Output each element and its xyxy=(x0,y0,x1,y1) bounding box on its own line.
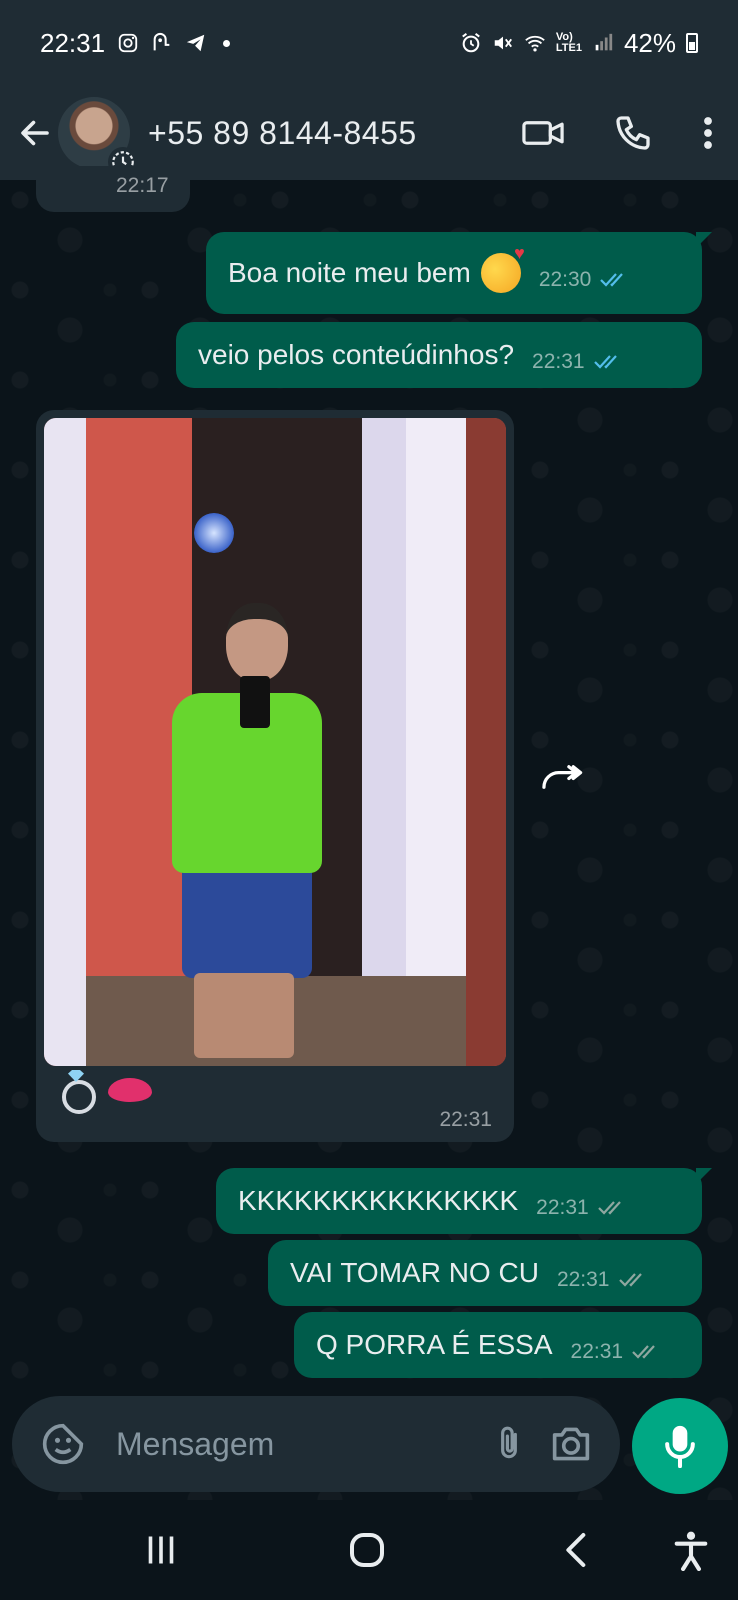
read-ticks-icon xyxy=(599,271,629,289)
system-navigation-bar xyxy=(0,1500,738,1600)
alarm-icon xyxy=(462,33,480,53)
back-arrow-icon xyxy=(21,120,49,146)
camera-icon xyxy=(552,1427,590,1461)
outgoing-message[interactable]: KKKKKKKKKKKKKKK 22:31 xyxy=(216,1168,712,1234)
message-time: 22:31 xyxy=(556,1268,610,1291)
mute-icon xyxy=(494,36,512,50)
message-text: Q PORRA É ESSA xyxy=(316,1329,553,1360)
contact-name[interactable]: +55 89 8144-8455 xyxy=(148,115,417,152)
bubble-tail xyxy=(696,232,712,248)
message-text: VAI TOMAR NO CU xyxy=(290,1257,539,1288)
instagram-icon xyxy=(118,33,138,53)
sticker-button[interactable] xyxy=(32,1413,94,1475)
attach-button[interactable] xyxy=(478,1413,540,1475)
recent-apps-icon xyxy=(148,1536,174,1564)
previous-message[interactable]: 22:17 xyxy=(36,166,190,212)
wifi-icon xyxy=(525,35,545,52)
message-text: Boa noite meu bem xyxy=(228,257,471,288)
more-options-button[interactable] xyxy=(678,86,738,180)
smiling-face-with-hearts-emoji xyxy=(480,243,525,293)
message-composer: Mensagem xyxy=(12,1396,620,1492)
outgoing-message[interactable]: Boa noite meu bem 22:30 xyxy=(206,232,712,314)
mirror-selfie-photo[interactable] xyxy=(44,418,506,1066)
message-time: 22:31 xyxy=(532,350,585,373)
video-call-button[interactable] xyxy=(498,86,588,180)
home-button[interactable] xyxy=(322,1500,412,1600)
network-label: Vo) LTE1 xyxy=(555,31,582,54)
contact-avatar[interactable] xyxy=(58,97,138,177)
voice-message-button[interactable] xyxy=(632,1398,728,1494)
battery-icon xyxy=(686,33,698,53)
kiss-mark-emoji xyxy=(108,1074,152,1106)
phone-icon xyxy=(616,116,650,150)
system-back-button[interactable] xyxy=(530,1500,620,1600)
delivered-ticks-icon xyxy=(631,1343,661,1361)
forward-button[interactable] xyxy=(538,752,588,802)
chevron-left-icon xyxy=(566,1533,586,1567)
bubble-tail xyxy=(696,1168,712,1184)
outgoing-message[interactable]: veio pelos conteúdinhos? 22:31 xyxy=(176,322,702,388)
sticker-icon xyxy=(42,1423,84,1465)
message-time: 22:31 xyxy=(439,1108,492,1131)
paperclip-icon xyxy=(501,1426,517,1459)
more-vert-icon xyxy=(704,117,712,149)
message-text: veio pelos conteúdinhos? xyxy=(198,339,515,370)
outgoing-message[interactable]: VAI TOMAR NO CU 22:31 xyxy=(268,1240,702,1306)
voice-call-button[interactable] xyxy=(588,86,678,180)
message-time: 22:31 xyxy=(570,1340,624,1363)
ring-emoji xyxy=(56,1070,96,1114)
forward-icon xyxy=(542,765,583,789)
video-call-icon xyxy=(522,121,564,145)
incoming-photo-message[interactable]: 22:31 xyxy=(36,410,514,1142)
message-text: KKKKKKKKKKKKKKK xyxy=(238,1185,519,1216)
telegram-icon xyxy=(186,34,205,52)
signal-icon xyxy=(595,33,613,51)
delivered-ticks-icon xyxy=(618,1271,648,1289)
message-time: 22:17 xyxy=(116,174,169,197)
message-time: 22:30 xyxy=(538,268,592,291)
battery-percent: 42% xyxy=(623,27,676,58)
photo-caption xyxy=(56,1070,152,1114)
more-notifications-dot xyxy=(223,39,231,47)
message-input[interactable]: Mensagem xyxy=(116,1426,478,1463)
status-time: 22:31 xyxy=(40,27,106,58)
camera-button[interactable] xyxy=(540,1413,602,1475)
delivered-ticks-icon xyxy=(597,1199,627,1217)
status-bar: 22:31 Vo) LTE1 42% xyxy=(0,0,738,86)
microphone-icon xyxy=(665,1425,695,1468)
home-icon xyxy=(350,1533,384,1567)
message-time: 22:31 xyxy=(536,1196,589,1219)
recent-apps-button[interactable] xyxy=(116,1500,206,1600)
accessibility-button[interactable] xyxy=(646,1500,736,1600)
app-notification-icon xyxy=(153,32,170,51)
read-ticks-icon xyxy=(593,353,623,371)
accessibility-icon xyxy=(674,1531,708,1571)
outgoing-message[interactable]: Q PORRA É ESSA 22:31 xyxy=(294,1312,702,1378)
whatsapp-chat-screen: 22:31 Vo) LTE1 42% +55 89 8144-8455 22:1… xyxy=(0,0,738,1600)
